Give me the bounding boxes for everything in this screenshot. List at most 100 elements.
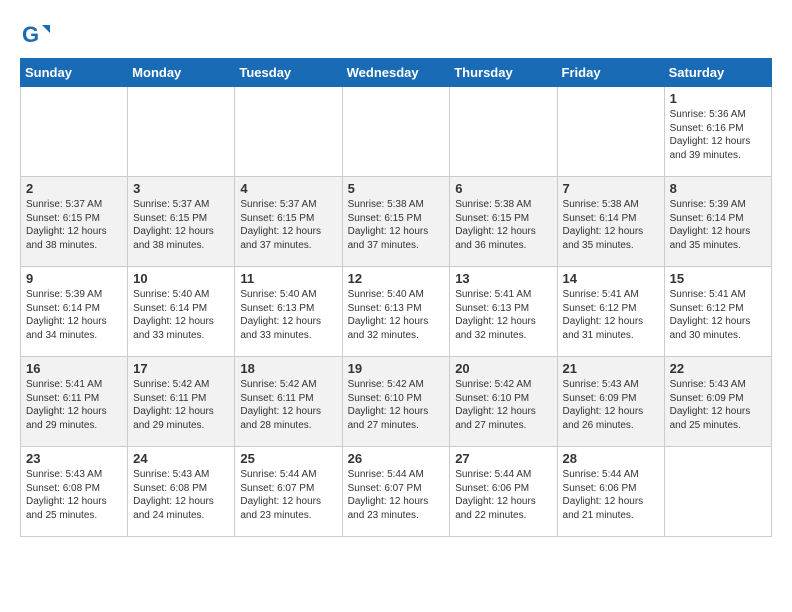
calendar-cell	[450, 87, 557, 177]
day-info: Sunrise: 5:41 AM Sunset: 6:11 PM Dayligh…	[26, 378, 122, 432]
day-info: Sunrise: 5:40 AM Sunset: 6:14 PM Dayligh…	[133, 288, 229, 342]
day-number: 6	[455, 181, 551, 196]
calendar-cell: 17Sunrise: 5:42 AM Sunset: 6:11 PM Dayli…	[128, 357, 235, 447]
calendar-cell	[557, 87, 664, 177]
day-number: 14	[563, 271, 659, 286]
calendar-cell: 14 Sunrise: 5:41 AM Sunset: 6:12 PM Dayli…	[557, 267, 664, 357]
day-number: 17	[133, 361, 229, 376]
page-header: G	[20, 20, 772, 50]
calendar-cell: 9 Sunrise: 5:39 AM Sunset: 6:14 PM Daylig…	[21, 267, 128, 357]
calendar-cell: 27 Sunrise: 5:44 AM Sunset: 6:06 PM Dayli…	[450, 447, 557, 537]
calendar-cell: 26 Sunrise: 5:44 AM Sunset: 6:07 PM Dayli…	[342, 447, 450, 537]
calendar-cell: 28 Sunrise: 5:44 AM Sunset: 6:06 PM Dayli…	[557, 447, 664, 537]
calendar-cell: 16 Sunrise: 5:41 AM Sunset: 6:11 PM Dayli…	[21, 357, 128, 447]
day-info: Sunrise: 5:39 AM Sunset: 6:14 PM Dayligh…	[26, 288, 122, 342]
calendar-cell: 7 Sunrise: 5:38 AM Sunset: 6:14 PM Daylig…	[557, 177, 664, 267]
calendar-cell: 20 Sunrise: 5:42 AM Sunset: 6:10 PM Dayli…	[450, 357, 557, 447]
calendar-cell: 1Sunrise: 5:36 AM Sunset: 6:16 PM Daylig…	[664, 87, 771, 177]
svg-text:G: G	[22, 22, 39, 47]
calendar-cell: 24 Sunrise: 5:43 AM Sunset: 6:08 PM Dayli…	[128, 447, 235, 537]
day-number: 2	[26, 181, 122, 196]
day-number: 18	[240, 361, 336, 376]
calendar-cell: 4 Sunrise: 5:37 AM Sunset: 6:15 PM Daylig…	[235, 177, 342, 267]
day-number: 22	[670, 361, 766, 376]
calendar-cell: 25 Sunrise: 5:44 AM Sunset: 6:07 PM Dayli…	[235, 447, 342, 537]
day-info: Sunrise: 5:44 AM Sunset: 6:07 PM Dayligh…	[348, 468, 445, 522]
day-header-saturday: Saturday	[664, 59, 771, 87]
calendar-cell: 11 Sunrise: 5:40 AM Sunset: 6:13 PM Dayli…	[235, 267, 342, 357]
calendar-week-row: 16 Sunrise: 5:41 AM Sunset: 6:11 PM Dayli…	[21, 357, 772, 447]
calendar-cell: 18 Sunrise: 5:42 AM Sunset: 6:11 PM Dayli…	[235, 357, 342, 447]
calendar-week-row: 23 Sunrise: 5:43 AM Sunset: 6:08 PM Dayli…	[21, 447, 772, 537]
day-number: 5	[348, 181, 445, 196]
day-number: 20	[455, 361, 551, 376]
day-info: Sunrise: 5:43 AM Sunset: 6:08 PM Dayligh…	[133, 468, 229, 522]
day-number: 13	[455, 271, 551, 286]
day-info: Sunrise: 5:39 AM Sunset: 6:14 PM Dayligh…	[670, 198, 766, 252]
calendar-cell: 5 Sunrise: 5:38 AM Sunset: 6:15 PM Daylig…	[342, 177, 450, 267]
calendar-header-row: SundayMondayTuesdayWednesdayThursdayFrid…	[21, 59, 772, 87]
day-number: 16	[26, 361, 122, 376]
day-info: Sunrise: 5:43 AM Sunset: 6:09 PM Dayligh…	[670, 378, 766, 432]
day-info: Sunrise: 5:37 AM Sunset: 6:15 PM Dayligh…	[240, 198, 336, 252]
day-info: Sunrise: 5:36 AM Sunset: 6:16 PM Dayligh…	[670, 108, 766, 162]
day-header-wednesday: Wednesday	[342, 59, 450, 87]
day-number: 11	[240, 271, 336, 286]
day-number: 7	[563, 181, 659, 196]
day-number: 26	[348, 451, 445, 466]
calendar-cell: 6 Sunrise: 5:38 AM Sunset: 6:15 PM Daylig…	[450, 177, 557, 267]
calendar-table: SundayMondayTuesdayWednesdayThursdayFrid…	[20, 58, 772, 537]
day-number: 9	[26, 271, 122, 286]
calendar-cell: 13 Sunrise: 5:41 AM Sunset: 6:13 PM Dayli…	[450, 267, 557, 357]
day-number: 25	[240, 451, 336, 466]
day-info: Sunrise: 5:37 AM Sunset: 6:15 PM Dayligh…	[26, 198, 122, 252]
day-info: Sunrise: 5:38 AM Sunset: 6:14 PM Dayligh…	[563, 198, 659, 252]
day-number: 12	[348, 271, 445, 286]
calendar-week-row: 1Sunrise: 5:36 AM Sunset: 6:16 PM Daylig…	[21, 87, 772, 177]
day-number: 23	[26, 451, 122, 466]
day-header-tuesday: Tuesday	[235, 59, 342, 87]
day-info: Sunrise: 5:41 AM Sunset: 6:13 PM Dayligh…	[455, 288, 551, 342]
day-header-monday: Monday	[128, 59, 235, 87]
day-number: 3	[133, 181, 229, 196]
day-header-thursday: Thursday	[450, 59, 557, 87]
calendar-cell	[664, 447, 771, 537]
day-header-friday: Friday	[557, 59, 664, 87]
calendar-cell: 22 Sunrise: 5:43 AM Sunset: 6:09 PM Dayli…	[664, 357, 771, 447]
day-number: 21	[563, 361, 659, 376]
day-info: Sunrise: 5:41 AM Sunset: 6:12 PM Dayligh…	[670, 288, 766, 342]
day-info: Sunrise: 5:41 AM Sunset: 6:12 PM Dayligh…	[563, 288, 659, 342]
logo: G	[20, 20, 52, 50]
calendar-week-row: 2 Sunrise: 5:37 AM Sunset: 6:15 PM Daylig…	[21, 177, 772, 267]
day-header-sunday: Sunday	[21, 59, 128, 87]
day-info: Sunrise: 5:42 AM Sunset: 6:10 PM Dayligh…	[455, 378, 551, 432]
calendar-cell	[235, 87, 342, 177]
calendar-cell: 21 Sunrise: 5:43 AM Sunset: 6:09 PM Dayli…	[557, 357, 664, 447]
day-number: 8	[670, 181, 766, 196]
day-number: 24	[133, 451, 229, 466]
calendar-cell: 12 Sunrise: 5:40 AM Sunset: 6:13 PM Dayli…	[342, 267, 450, 357]
day-info: Sunrise: 5:44 AM Sunset: 6:06 PM Dayligh…	[563, 468, 659, 522]
day-info: Sunrise: 5:44 AM Sunset: 6:06 PM Dayligh…	[455, 468, 551, 522]
day-number: 10	[133, 271, 229, 286]
day-number: 19	[348, 361, 445, 376]
day-number: 15	[670, 271, 766, 286]
day-number: 28	[563, 451, 659, 466]
day-number: 27	[455, 451, 551, 466]
day-info: Sunrise: 5:40 AM Sunset: 6:13 PM Dayligh…	[348, 288, 445, 342]
day-info: Sunrise: 5:43 AM Sunset: 6:09 PM Dayligh…	[563, 378, 659, 432]
calendar-cell	[128, 87, 235, 177]
calendar-cell: 8 Sunrise: 5:39 AM Sunset: 6:14 PM Daylig…	[664, 177, 771, 267]
calendar-cell: 2 Sunrise: 5:37 AM Sunset: 6:15 PM Daylig…	[21, 177, 128, 267]
day-info: Sunrise: 5:40 AM Sunset: 6:13 PM Dayligh…	[240, 288, 336, 342]
day-info: Sunrise: 5:42 AM Sunset: 6:11 PM Dayligh…	[240, 378, 336, 432]
calendar-cell: 15 Sunrise: 5:41 AM Sunset: 6:12 PM Dayli…	[664, 267, 771, 357]
day-info: Sunrise: 5:43 AM Sunset: 6:08 PM Dayligh…	[26, 468, 122, 522]
day-info: Sunrise: 5:37 AM Sunset: 6:15 PM Dayligh…	[133, 198, 229, 252]
day-number: 4	[240, 181, 336, 196]
day-info: Sunrise: 5:38 AM Sunset: 6:15 PM Dayligh…	[455, 198, 551, 252]
logo-icon: G	[20, 20, 50, 50]
day-info: Sunrise: 5:38 AM Sunset: 6:15 PM Dayligh…	[348, 198, 445, 252]
calendar-cell: 3 Sunrise: 5:37 AM Sunset: 6:15 PM Daylig…	[128, 177, 235, 267]
day-info: Sunrise: 5:44 AM Sunset: 6:07 PM Dayligh…	[240, 468, 336, 522]
